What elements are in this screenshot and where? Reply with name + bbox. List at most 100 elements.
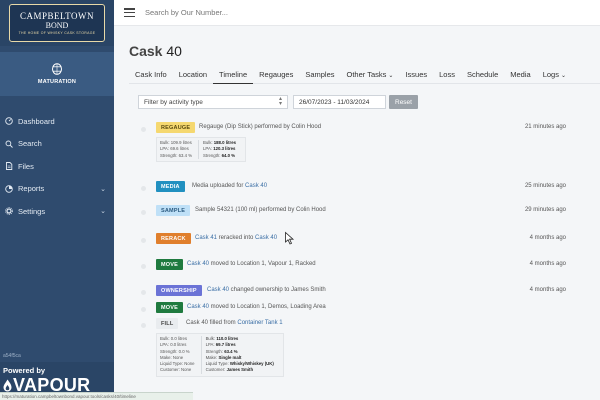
stat-after-row: Strength: 64.0 % (203, 153, 236, 159)
tab-label: Media (510, 70, 531, 79)
sidebar-item-dashboard[interactable]: Dashboard (0, 110, 114, 133)
stat-after-value: Single malt (218, 354, 242, 360)
event-text: Cask 40 filled from (186, 320, 238, 326)
sidebar-item-reports[interactable]: Reports ⌄ (0, 178, 114, 201)
event-link[interactable]: Cask 40 (255, 235, 277, 241)
tab-cask-info[interactable]: Cask Info (129, 66, 173, 84)
stat-after-value: Whisky/Whiskey (UK) (229, 361, 274, 367)
tab-label: Location (178, 70, 208, 79)
sidebar-item-search[interactable]: Search (0, 133, 114, 156)
event-text: changed ownership to James Smith (229, 287, 326, 293)
sidebar-item-label: Search (18, 139, 42, 149)
stats-after-column: Bulk: 110.0 litres LPA: 69.7 litres Streng… (200, 336, 280, 374)
topbar (114, 0, 600, 26)
timeline-dot (141, 307, 146, 312)
chevron-down-icon: ⌄ (388, 73, 394, 79)
stats-before-column: Bulk: 109.9 litres LPA: 69.6 litres Streng… (160, 140, 198, 159)
event-description: Cask 40 filled from Container Tank 1 (186, 320, 283, 326)
stat-after-key: LPA: (203, 146, 213, 152)
app-version: a54f5ca (3, 353, 21, 359)
tab-timeline[interactable]: Timeline (213, 66, 254, 84)
flame-icon (3, 379, 12, 391)
event-description: Regauge (Dip Stick) performed by Colin H… (199, 124, 321, 130)
event-description: Cask 40 moved to Location 1, Vapour 1, R… (187, 261, 316, 267)
vapour-wordmark: VAPOUR (13, 375, 91, 395)
brand-logo[interactable]: CAMPBELTOWN BOND THE HOME OF WHISKY CASK… (0, 0, 114, 46)
reset-button[interactable]: Reset (389, 95, 418, 109)
tab-label: Cask Info (135, 70, 167, 79)
tab-label: Schedule (466, 70, 499, 79)
page-title-number: 40 (166, 43, 182, 59)
stat-after-value: 64.0 % (221, 152, 236, 158)
module-maturation[interactable]: MATURATION (0, 52, 114, 96)
event-text: moved to Location 1, Demos, Loading Area (209, 304, 326, 310)
timeline-dot (141, 290, 146, 295)
sidebar-item-settings[interactable]: Settings ⌄ (0, 200, 114, 223)
tab-regauges[interactable]: Regauges (253, 66, 299, 84)
stat-after-key: Liquid Type: (205, 361, 229, 367)
timeline-dot (141, 238, 146, 243)
event-description: Sample 54321 (100 ml) performed by Colin… (195, 207, 326, 213)
tab-label: Timeline (219, 70, 248, 79)
event-text: Media uploaded for (192, 183, 246, 189)
stat-after-value: 63.4 % (224, 348, 238, 354)
sidebar-item-label: Reports (18, 184, 45, 194)
event-text: moved to Location 1, Vapour 1, Racked (209, 261, 316, 267)
tab-other-tasks[interactable]: Other Tasks ⌄ (341, 66, 400, 84)
stat-after-value: 188.0 litres (213, 140, 236, 145)
event-link[interactable]: Cask 40 (245, 183, 267, 189)
stat-after-key: Bulk: (203, 140, 213, 145)
browser-status-url: https://maturation.campbeltownbond.vapou… (0, 392, 193, 400)
date-range-input[interactable]: 26/07/2023 - 11/03/2024 (293, 95, 386, 109)
search-input[interactable] (145, 8, 445, 17)
activity-badge-move: MOVE (156, 302, 183, 313)
timeline-filters: Filter by activity type ▴ ▾ 26/07/2023 - … (138, 95, 418, 109)
event-stats-panel: Bulk: 0.0 litres LPA: 0.0 litres Strength:… (156, 333, 284, 377)
tab-label: Regauges (259, 70, 294, 79)
main-content: Cask 40 Cask Info Location Timeline Regauge… (114, 26, 600, 400)
tab-media[interactable]: Media (504, 66, 536, 84)
menu-toggle-icon[interactable] (124, 8, 135, 17)
chevron-down-icon: ⌄ (560, 73, 566, 79)
tab-schedule[interactable]: Schedule (461, 66, 504, 84)
event-text: reracked into (217, 235, 256, 241)
vapour-logo: VAPOUR (3, 375, 114, 395)
tab-loss[interactable]: Loss (433, 66, 461, 84)
chevron-down-icon: ⌄ (100, 185, 106, 193)
activity-badge-ownership: OWNERSHIP (156, 285, 202, 296)
stat-before-value: Customer: None (160, 367, 192, 373)
event-time: 4 months ago (529, 287, 566, 293)
sidebar-item-label: Dashboard (18, 116, 55, 126)
stat-before-value: Strength: 0.0 % (160, 348, 190, 354)
timeline-dot (141, 186, 146, 191)
stat-after-key: Strength: (205, 348, 223, 354)
brand-tagline: THE HOME OF WHISKY CASK STORAGE (18, 31, 96, 35)
stats-after-column: Bulk: 188.0 litres LPA: 120.3 litres Stren… (198, 140, 242, 159)
timeline-dot (141, 127, 146, 132)
module-label: MATURATION (37, 79, 77, 85)
tab-label: Logs (542, 70, 559, 79)
event-description: Cask 41 reracked into Cask 40 (195, 235, 277, 241)
stat-after-value: 120.3 litres (213, 146, 236, 152)
mouse-cursor-icon (285, 231, 295, 245)
event-link[interactable]: Container Tank 1 (237, 320, 282, 326)
event-link[interactable]: Cask 41 (195, 235, 217, 241)
tab-logs[interactable]: Logs ⌄ (537, 66, 572, 84)
event-link[interactable]: Cask 40 (187, 304, 209, 310)
file-icon (6, 162, 13, 171)
sidebar-item-files[interactable]: Files (0, 155, 114, 178)
stat-after-key: Customer: (205, 367, 226, 373)
event-stats-panel: Bulk: 109.9 litres LPA: 69.6 litres Streng… (156, 137, 246, 162)
stat-after-value: James Smith (226, 367, 254, 373)
tab-label: Samples (305, 70, 335, 79)
event-link[interactable]: Cask 40 (187, 261, 209, 267)
event-time: 4 months ago (529, 235, 566, 241)
tab-samples[interactable]: Samples (299, 66, 340, 84)
gear-icon (5, 207, 13, 216)
tab-location[interactable]: Location (173, 66, 213, 84)
tab-label: Issues (405, 70, 428, 79)
tab-issues[interactable]: Issues (399, 66, 433, 84)
activity-type-select[interactable]: Filter by activity type ▴ ▾ (138, 95, 288, 109)
event-link[interactable]: Cask 40 (207, 287, 229, 293)
sidebar: CAMPBELTOWN BOND THE HOME OF WHISKY CASK… (0, 0, 114, 400)
